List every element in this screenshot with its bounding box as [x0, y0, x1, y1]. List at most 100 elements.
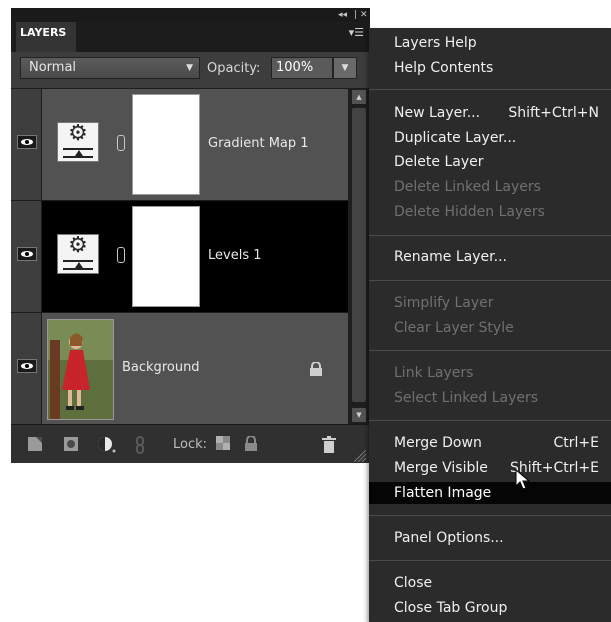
menu-item-label: Duplicate Layer... [394, 130, 517, 146]
menu-item-delete-layer[interactable]: Delete Layer [369, 151, 611, 173]
tab-layers-label: LAYERS [20, 26, 67, 39]
menu-item-label: New Layer... [394, 105, 481, 121]
eye-icon[interactable] [17, 359, 37, 373]
menu-separator [369, 235, 611, 236]
menu-separator [369, 89, 611, 90]
menu-item-label: Link Layers [394, 365, 474, 381]
adj-icon-bar [63, 156, 93, 158]
visibility-column [11, 313, 42, 424]
panel-menu-icon[interactable]: ▾☰ [349, 26, 364, 39]
menu-item-label: Help Contents [394, 60, 494, 76]
menu-item-shortcut: Shift+Ctrl+N [508, 105, 599, 121]
menu-item-label: Clear Layer Style [394, 320, 514, 336]
menu-item-label: Merge Down [394, 435, 482, 451]
lock-icon [310, 362, 322, 376]
opacity-value: 100% [276, 60, 314, 75]
menu-item-rename-layer[interactable]: Rename Layer... [369, 246, 611, 268]
opacity-label: Opacity: [207, 61, 261, 76]
scroll-thumb[interactable] [352, 108, 366, 402]
scroll-up-icon[interactable]: ▲ [352, 90, 366, 104]
menu-item-label: Panel Options... [394, 530, 504, 546]
menu-item-label: Flatten Image [394, 485, 492, 501]
layer-name: Levels 1 [208, 248, 262, 263]
tab-layers[interactable]: LAYERS [16, 22, 76, 52]
opacity-input[interactable]: 100% [271, 57, 333, 79]
menu-item-link-layers: Link Layers [369, 362, 611, 384]
close-icon[interactable]: ✕ [360, 8, 368, 22]
adjustment-layer-icon[interactable] [97, 436, 117, 454]
menu-item-delete-hidden-layers: Delete Hidden Layers [369, 201, 611, 223]
menu-item-label: Delete Layer [394, 154, 484, 170]
lock-all-icon[interactable] [243, 436, 259, 451]
menu-item-label: Close Tab Group [394, 600, 508, 616]
visibility-column [11, 201, 42, 312]
menu-item-label: Rename Layer... [394, 249, 507, 265]
eye-icon[interactable] [17, 247, 37, 261]
layers-panel: ◂◂ | ✕ LAYERS ▾☰ Normal ▼ Opacity: 100% … [11, 8, 370, 463]
panel-bottom-toolbar: Lock: [11, 424, 370, 463]
adjustment-layer-icon: ⚙ [57, 234, 99, 274]
adjustment-layer-icon: ⚙ [57, 122, 99, 162]
adj-icon-bar [63, 268, 93, 270]
menu-item-simplify-layer: Simplify Layer [369, 292, 611, 314]
menu-item-label: Simplify Layer [394, 295, 494, 311]
menu-item-label: Layers Help [394, 35, 477, 51]
chevron-down-icon: ▼ [186, 63, 193, 73]
menu-separator [369, 560, 611, 561]
menu-item-flatten-image[interactable]: Flatten Image [369, 482, 611, 504]
blend-mode-value: Normal [29, 60, 77, 75]
menu-item-label: Delete Hidden Layers [394, 204, 545, 220]
blend-opacity-row: Normal ▼ Opacity: 100% ▼ [11, 52, 370, 88]
new-layer-icon[interactable] [27, 436, 43, 452]
layer-mask-icon[interactable] [63, 436, 79, 452]
menu-item-label: Close [394, 575, 433, 591]
layer-row-levels[interactable]: ⚙ Levels 1 [11, 200, 348, 312]
menu-item-close[interactable]: Close [369, 572, 611, 594]
gear-icon: ⚙ [68, 121, 88, 146]
lock-transparency-icon[interactable] [216, 436, 230, 450]
menu-separator [369, 420, 611, 421]
panel-ctrl-divider: | [354, 10, 358, 20]
layer-mask-thumbnail[interactable] [132, 206, 200, 307]
eye-icon[interactable] [17, 135, 37, 149]
menu-item-clear-layer-style: Clear Layer Style [369, 317, 611, 339]
layer-image-thumbnail[interactable] [47, 319, 114, 420]
link-icon[interactable] [135, 436, 145, 454]
menu-item-close-tab-group[interactable]: Close Tab Group [369, 597, 611, 619]
layer-row-background[interactable]: Background [11, 312, 348, 424]
opacity-dropdown-button[interactable]: ▼ [333, 57, 357, 79]
layer-name: Gradient Map 1 [208, 136, 309, 151]
menu-item-merge-down[interactable]: Merge Down Ctrl+E [369, 432, 611, 454]
menu-item-new-layer[interactable]: New Layer... Shift+Ctrl+N [369, 102, 611, 124]
mask-link-icon[interactable] [117, 135, 125, 151]
menu-item-label: Delete Linked Layers [394, 179, 541, 195]
layers-scrollbar[interactable]: ▲ ▼ [348, 88, 370, 424]
double-chevron-icon[interactable]: ◂◂ [338, 8, 347, 22]
menu-item-duplicate-layer[interactable]: Duplicate Layer... [369, 127, 611, 149]
menu-separator [369, 280, 611, 281]
layers-panel-menu: Layers Help Help Contents New Layer... Sh… [369, 28, 611, 622]
lock-label: Lock: [173, 437, 208, 452]
panel-title-bar: LAYERS ▾☰ [11, 22, 370, 52]
mask-link-icon[interactable] [117, 247, 125, 263]
menu-item-select-linked-layers: Select Linked Layers [369, 387, 611, 409]
scroll-down-icon[interactable]: ▼ [352, 408, 366, 422]
layer-row-gradient-map[interactable]: ⚙ Gradient Map 1 [11, 88, 348, 200]
menu-item-shortcut: Ctrl+E [553, 435, 600, 451]
resize-grip-icon[interactable] [354, 450, 366, 462]
visibility-column [11, 89, 42, 200]
menu-item-panel-options[interactable]: Panel Options... [369, 527, 611, 549]
menu-item-layers-help[interactable]: Layers Help [369, 32, 611, 54]
menu-separator [369, 350, 611, 351]
menu-item-delete-linked-layers: Delete Linked Layers [369, 176, 611, 198]
menu-item-merge-visible[interactable]: Merge Visible Shift+Ctrl+E [369, 457, 611, 479]
layer-mask-thumbnail[interactable] [132, 94, 200, 195]
mouse-cursor-icon [515, 469, 531, 490]
menu-item-label: Merge Visible [394, 460, 488, 476]
menu-item-help-contents[interactable]: Help Contents [369, 57, 611, 79]
trash-icon[interactable] [321, 436, 337, 453]
gear-icon: ⚙ [68, 233, 88, 258]
menu-item-label: Select Linked Layers [394, 390, 539, 406]
blend-mode-select[interactable]: Normal ▼ [20, 57, 200, 79]
panel-top-strip: ◂◂ | ✕ [11, 8, 370, 22]
